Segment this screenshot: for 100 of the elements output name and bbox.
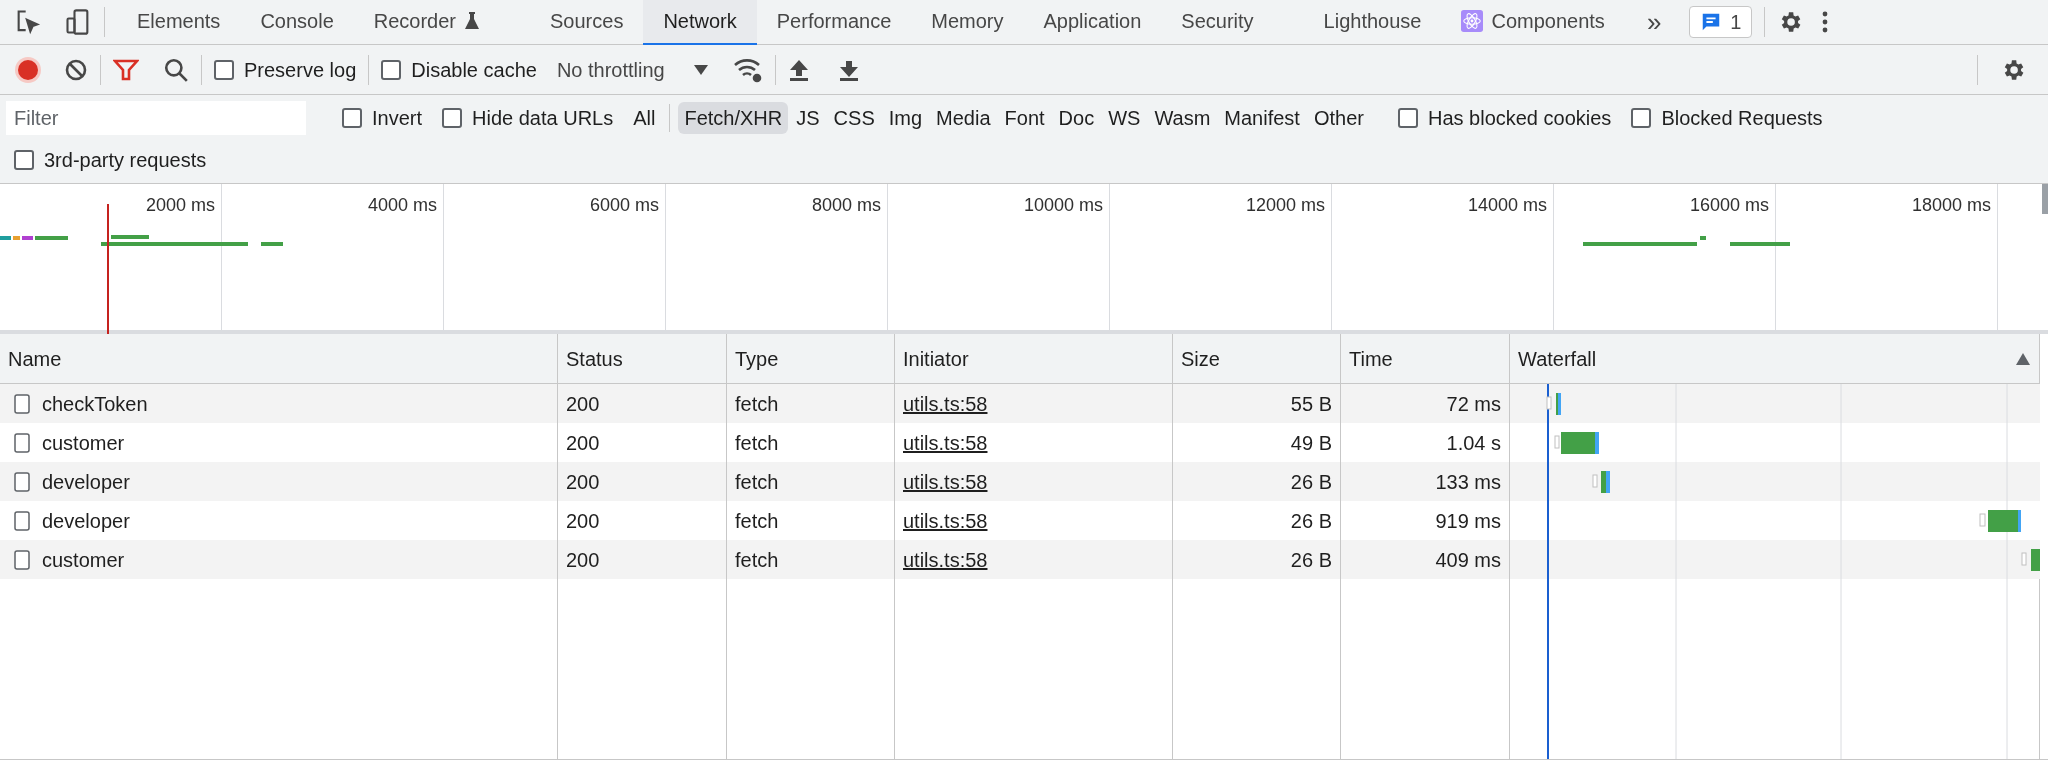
throttling-dropdown[interactable]: No throttling bbox=[556, 54, 709, 85]
sort-ascending-icon bbox=[2015, 351, 2031, 366]
type-filter-button[interactable]: Doc bbox=[1052, 102, 1101, 134]
file-icon bbox=[14, 471, 30, 492]
panel-tab[interactable]: Components bbox=[1441, 0, 1625, 45]
table-cell-text: 200 bbox=[566, 430, 600, 456]
panel-tab[interactable]: Network bbox=[643, 0, 757, 45]
timeline-tick-label: 16000 ms bbox=[1689, 194, 1769, 217]
panel-tab[interactable]: Console bbox=[240, 0, 354, 45]
search-icon[interactable] bbox=[163, 56, 189, 83]
panel-tab[interactable]: Elements bbox=[117, 0, 241, 45]
table-cell-text: 133 ms bbox=[1435, 469, 1501, 495]
type-filter-button[interactable]: JS bbox=[790, 102, 826, 134]
table-cell-text: 200 bbox=[566, 547, 600, 573]
scrollbar-thumb[interactable] bbox=[2042, 184, 2048, 214]
table-cell-text: fetch bbox=[735, 391, 779, 417]
type-filter-button[interactable]: Fetch/XHR bbox=[678, 102, 789, 134]
table-cell-text: 200 bbox=[566, 508, 600, 534]
atom-icon bbox=[1461, 10, 1484, 32]
checkbox-label: Disable cache bbox=[411, 57, 537, 83]
timeline-tick-label: 4000 ms bbox=[367, 194, 437, 217]
table-cell-text: customer bbox=[42, 547, 125, 573]
column-header[interactable]: Name bbox=[0, 334, 557, 384]
column-header[interactable]: Size bbox=[1173, 334, 1340, 384]
type-filter-button[interactable]: Img bbox=[882, 102, 929, 134]
panel-tab[interactable]: Sources bbox=[530, 0, 644, 45]
panel-tab[interactable]: Recorder bbox=[353, 0, 501, 45]
table-cell-text: customer bbox=[42, 430, 125, 456]
table-cell-text: fetch bbox=[735, 508, 779, 534]
file-icon bbox=[14, 432, 30, 453]
column-header[interactable]: Time bbox=[1341, 334, 1509, 384]
column-header[interactable]: Type bbox=[727, 334, 894, 384]
checkbox[interactable] bbox=[14, 150, 34, 170]
checkbox[interactable] bbox=[214, 59, 234, 80]
panel-tab[interactable]: Application bbox=[1023, 0, 1162, 45]
type-filter-button[interactable]: Manifest bbox=[1218, 102, 1306, 134]
type-filter-button[interactable]: Font bbox=[998, 102, 1051, 134]
timeline-tick-label: 2000 ms bbox=[145, 194, 215, 217]
checkbox-label: Blocked Requests bbox=[1661, 106, 1823, 131]
type-filter-button[interactable]: Other bbox=[1307, 102, 1370, 134]
table-cell-text: fetch bbox=[735, 469, 779, 495]
issues-badge[interactable]: 1 bbox=[1689, 6, 1753, 38]
type-filter-button[interactable]: WS bbox=[1102, 102, 1147, 134]
flask-icon bbox=[464, 11, 481, 31]
initiator-link[interactable]: utils.ts:58 bbox=[903, 505, 988, 536]
timeline-tick-label: 6000 ms bbox=[589, 194, 659, 217]
record-icon[interactable] bbox=[14, 55, 42, 84]
panel-tab[interactable]: Performance bbox=[756, 0, 912, 45]
checkbox-label: Has blocked cookies bbox=[1427, 106, 1612, 131]
checkbox[interactable] bbox=[381, 59, 402, 80]
table-cell-text: 1.04 s bbox=[1446, 430, 1501, 456]
timeline-tick-label: 12000 ms bbox=[1245, 194, 1325, 217]
type-filter-button[interactable]: CSS bbox=[827, 102, 881, 134]
timeline-tick-label: 8000 ms bbox=[811, 194, 881, 217]
panel-tab[interactable]: Lighthouse bbox=[1303, 0, 1442, 45]
more-options-icon[interactable] bbox=[1821, 10, 1830, 34]
table-cell-text: 26 B bbox=[1290, 469, 1332, 495]
more-tabs-button[interactable]: » bbox=[1638, 2, 1670, 42]
checkbox[interactable] bbox=[442, 108, 463, 128]
table-cell-text: fetch bbox=[735, 430, 779, 456]
table-cell-text: checkToken bbox=[42, 391, 148, 417]
checkbox[interactable] bbox=[1397, 108, 1418, 128]
checkbox-label: Preserve log bbox=[244, 57, 357, 83]
table-cell-text: 55 B bbox=[1290, 391, 1332, 417]
timeline-tick-label: 10000 ms bbox=[1023, 194, 1103, 217]
filter-icon[interactable] bbox=[113, 57, 139, 82]
panel-tab[interactable]: Security bbox=[1161, 0, 1274, 45]
table-cell-text: 200 bbox=[566, 391, 600, 417]
table-cell-text: 200 bbox=[566, 469, 600, 495]
checkbox-label: 3rd-party requests bbox=[44, 148, 207, 173]
table-cell-text: developer bbox=[42, 469, 130, 495]
checkbox[interactable] bbox=[1631, 108, 1652, 128]
timeline-tick-label: 18000 ms bbox=[1911, 194, 1991, 217]
table-cell-text: 26 B bbox=[1290, 547, 1332, 573]
checkbox[interactable] bbox=[342, 108, 362, 128]
wifi-settings-icon[interactable] bbox=[732, 56, 763, 83]
table-cell-text: fetch bbox=[735, 547, 779, 573]
clear-icon[interactable] bbox=[64, 57, 88, 82]
initiator-link[interactable]: utils.ts:58 bbox=[903, 427, 988, 458]
file-icon bbox=[14, 549, 30, 570]
column-header[interactable]: Initiator bbox=[895, 334, 1172, 384]
type-filter-button[interactable]: Wasm bbox=[1148, 102, 1217, 134]
file-icon bbox=[14, 393, 30, 414]
type-filter-button[interactable]: Media bbox=[930, 102, 997, 134]
file-icon bbox=[14, 510, 30, 531]
checkbox-label: Hide data URLs bbox=[472, 106, 614, 131]
caret-icon bbox=[692, 63, 709, 76]
column-header[interactable]: Status bbox=[558, 334, 726, 384]
panel-tab[interactable]: Memory bbox=[911, 0, 1024, 45]
type-filter-button[interactable]: All bbox=[627, 102, 662, 134]
filter-field[interactable]: Filter bbox=[6, 101, 306, 135]
table-cell-text: 26 B bbox=[1290, 508, 1332, 534]
table-cell-text: 72 ms bbox=[1446, 391, 1501, 417]
table-cell-text: 919 ms bbox=[1435, 508, 1501, 534]
checkbox-label: Invert bbox=[372, 106, 423, 131]
table-cell-text: developer bbox=[42, 508, 130, 534]
column-header[interactable]: Waterfall bbox=[1510, 334, 2039, 384]
table-cell-text: 49 B bbox=[1290, 430, 1332, 456]
table-cell-text: 409 ms bbox=[1435, 547, 1501, 573]
timeline-tick-label: 14000 ms bbox=[1467, 194, 1547, 217]
